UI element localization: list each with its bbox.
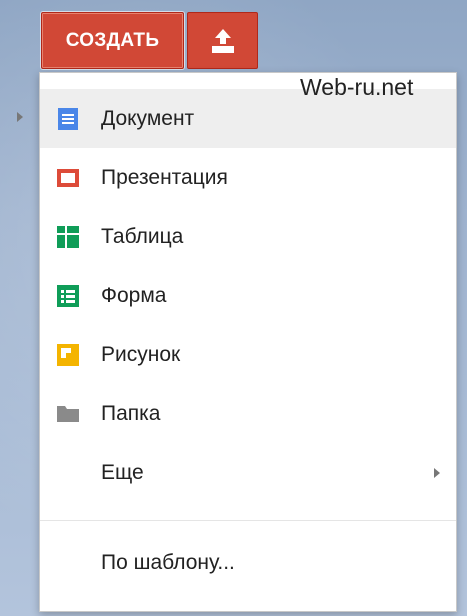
document-icon — [58, 107, 78, 130]
presentation-icon — [57, 168, 79, 187]
menu-item-spreadsheet[interactable]: Таблица — [40, 207, 456, 266]
spreadsheet-icon — [57, 225, 79, 248]
drawing-icon — [57, 343, 79, 366]
folder-icon — [57, 405, 79, 422]
menu-item-label: Форма — [101, 283, 167, 307]
menu-item-more[interactable]: Еще — [40, 443, 456, 502]
menu-item-label: Презентация — [101, 165, 228, 189]
watermark-text: Web-ru.net — [300, 74, 414, 100]
menu-item-drawing[interactable]: Рисунок — [40, 325, 456, 384]
chevron-right-icon — [434, 467, 440, 478]
menu-item-label: По шаблону... — [101, 550, 235, 574]
expand-arrow-icon[interactable] — [17, 112, 23, 122]
upload-icon — [211, 28, 234, 53]
form-icon — [57, 284, 79, 307]
create-button[interactable]: СОЗДАТЬ — [41, 12, 184, 69]
menu-item-form[interactable]: Форма — [40, 266, 456, 325]
menu-item-label: Документ — [101, 106, 195, 130]
menu-item-presentation[interactable]: Презентация — [40, 148, 456, 207]
menu-divider — [40, 520, 456, 521]
create-menu: Документ Презентация Таблица Форма Рисун… — [39, 72, 457, 612]
menu-item-from-template[interactable]: По шаблону... — [40, 533, 456, 592]
menu-item-folder[interactable]: Папка — [40, 384, 456, 443]
menu-item-label: Папка — [101, 401, 161, 425]
create-button-label: СОЗДАТЬ — [65, 29, 160, 51]
menu-item-label: Таблица — [101, 224, 184, 248]
menu-item-label: Еще — [101, 460, 144, 484]
upload-button[interactable] — [187, 12, 258, 69]
menu-item-label: Рисунок — [101, 342, 181, 366]
